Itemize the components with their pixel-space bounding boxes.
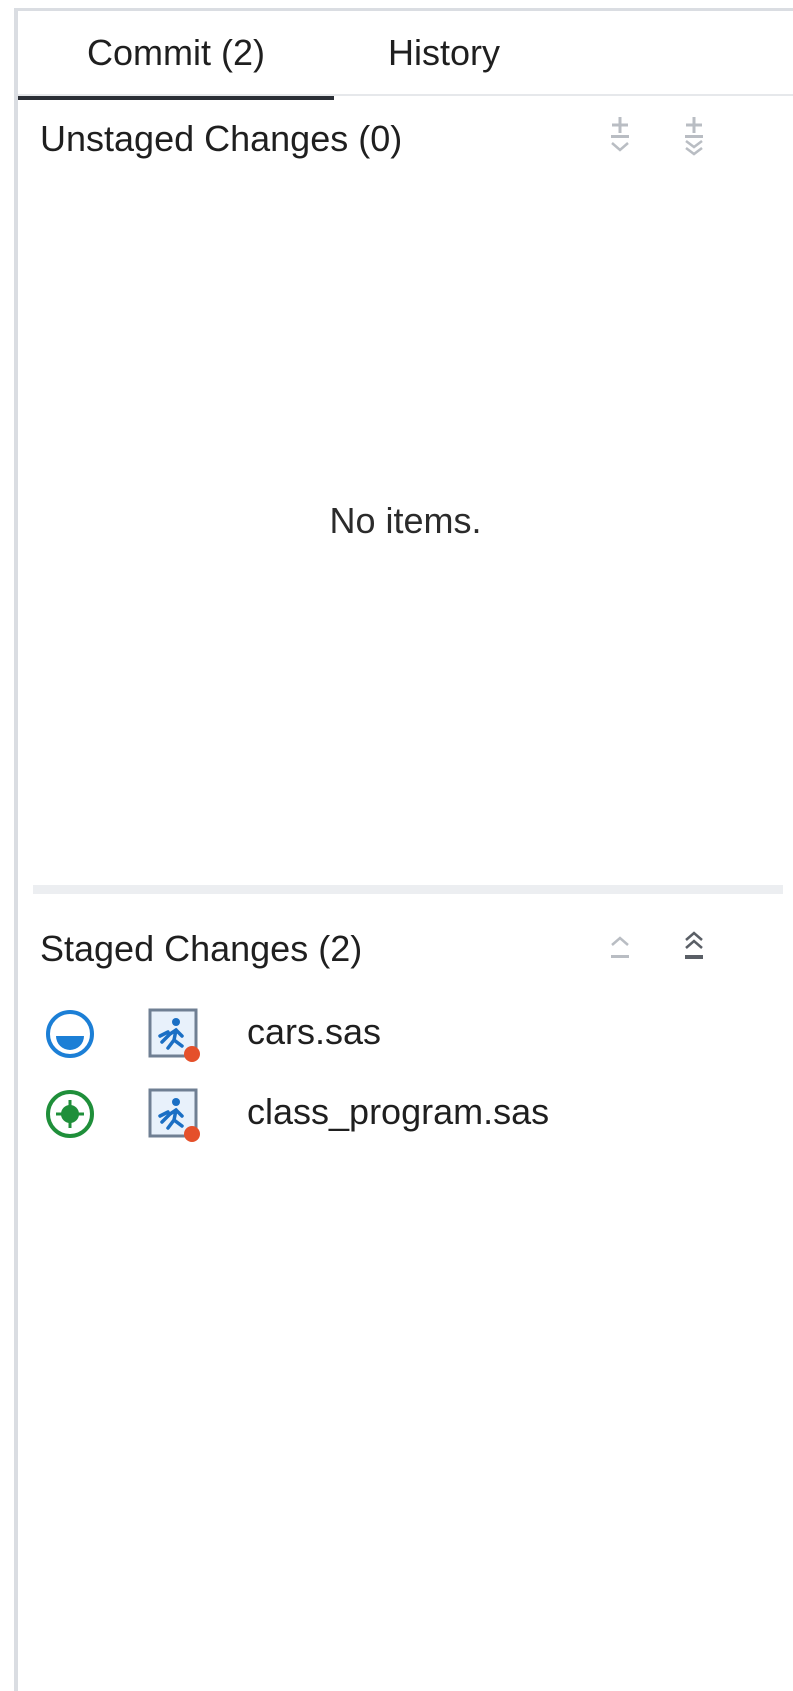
unstage-all-icon[interactable] <box>674 922 714 974</box>
deleted-status-icon <box>44 1008 96 1060</box>
section-splitter[interactable] <box>33 885 783 894</box>
added-status-icon <box>44 1088 96 1140</box>
source-control-panel: Commit (2) History Unstaged Changes (0) … <box>0 0 793 1691</box>
staged-changes-title: Staged Changes (2) <box>40 928 363 969</box>
unstage-selected-icon[interactable] <box>600 922 640 974</box>
stage-all-icon[interactable] <box>674 110 714 162</box>
file-name: class_program.sas <box>247 1091 550 1132</box>
unstaged-changes-title: Unstaged Changes (0) <box>40 118 403 159</box>
tab-bar: Commit (2) History <box>18 11 793 95</box>
panel-left-border <box>14 10 18 1691</box>
staged-file-row[interactable]: class_program.sas <box>40 1081 780 1147</box>
tab-history[interactable]: History <box>334 11 554 95</box>
stage-selected-icon[interactable] <box>600 110 640 162</box>
unstaged-empty-message: No items. <box>329 500 482 541</box>
sas-program-icon <box>146 1086 204 1144</box>
tab-commit[interactable]: Commit (2) <box>18 11 334 95</box>
sas-program-icon <box>146 1006 204 1064</box>
active-tab-indicator <box>18 96 334 100</box>
file-name: cars.sas <box>247 1011 382 1052</box>
staged-file-row[interactable]: cars.sas <box>40 1001 780 1067</box>
